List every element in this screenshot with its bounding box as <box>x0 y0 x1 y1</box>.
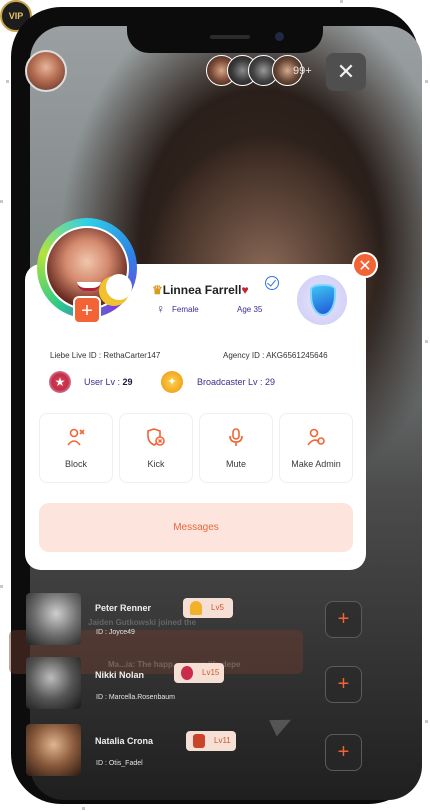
level-badge: Lv5 <box>183 598 233 618</box>
user-id: ID : Joyce49 <box>96 629 135 636</box>
messages-button[interactable]: Messages <box>39 503 353 552</box>
user-name: Natalia Crona <box>95 736 154 746</box>
user-level: User Lv : 29 <box>84 377 133 387</box>
treasure-chest-icon <box>193 734 205 748</box>
profile-name-text: Linnea Farrell <box>162 283 242 297</box>
level-label: Lv11 <box>214 736 231 745</box>
verified-icon <box>265 276 279 290</box>
phone-notch <box>127 26 323 53</box>
user-photo[interactable] <box>26 593 81 645</box>
live-id: Liebe Live ID : RethaCarter147 <box>50 351 161 360</box>
close-stream-button[interactable]: ✕ <box>326 53 366 91</box>
profile-name: ♛Linnea Farrell♥ <box>152 283 249 297</box>
action-label: Make Admin <box>291 459 341 469</box>
level-badge: Lv15 <box>174 663 224 683</box>
host-avatar[interactable] <box>25 50 67 92</box>
add-user-button[interactable]: + <box>325 666 362 703</box>
agency-id: Agency ID : AKG6561245646 <box>223 351 328 360</box>
shield-badge-icon <box>297 275 347 325</box>
close-card-button[interactable]: ✕ <box>352 252 378 278</box>
add-user-button[interactable]: + <box>325 734 362 771</box>
kick-button[interactable]: Kick <box>119 413 193 483</box>
star-icon: ★ <box>49 371 71 393</box>
make-admin-icon <box>280 427 352 449</box>
user-id: ID : Marcella.Rosenbaum <box>96 694 175 701</box>
bell-icon <box>190 601 202 615</box>
user-photo[interactable] <box>26 724 81 776</box>
mute-button[interactable]: Mute <box>199 413 273 483</box>
speaker-grille <box>210 35 250 39</box>
action-label: Kick <box>147 459 165 469</box>
viewer-count: 99+ <box>293 65 312 77</box>
age-label: Age 35 <box>237 305 263 314</box>
user-name: Peter Renner <box>95 603 152 613</box>
moon-decoration-icon <box>99 274 132 306</box>
user-name: Nikki Nolan <box>95 670 145 680</box>
block-button[interactable]: Block <box>39 413 113 483</box>
chat-ghost-text: Jaiden Gutkowski joined the <box>88 618 197 627</box>
camera-icon <box>275 32 284 41</box>
kick-shield-icon <box>120 427 192 449</box>
medal-icon: ✦ <box>161 371 183 393</box>
heart-icon: ♥ <box>241 283 249 297</box>
follow-button[interactable]: + <box>73 296 101 324</box>
gender-label: Female <box>172 305 199 314</box>
add-user-button[interactable]: + <box>325 601 362 638</box>
block-user-icon <box>40 427 112 449</box>
level-label: Lv15 <box>202 668 220 677</box>
action-label: Block <box>64 459 87 469</box>
action-label: Mute <box>225 459 246 469</box>
level-label: Lv5 <box>211 603 224 612</box>
level-badge: Lv11 <box>186 731 236 751</box>
broadcaster-level: Broadcaster Lv : 29 <box>197 377 276 387</box>
user-photo[interactable] <box>26 657 81 709</box>
microphone-icon <box>200 427 272 449</box>
make-admin-button[interactable]: Make Admin <box>279 413 353 483</box>
female-icon: ♀ <box>156 302 165 316</box>
crown-icon: ♛ <box>152 283 163 297</box>
user-id: ID : Otis_Fadel <box>96 760 143 767</box>
star-badge-icon <box>181 666 193 680</box>
